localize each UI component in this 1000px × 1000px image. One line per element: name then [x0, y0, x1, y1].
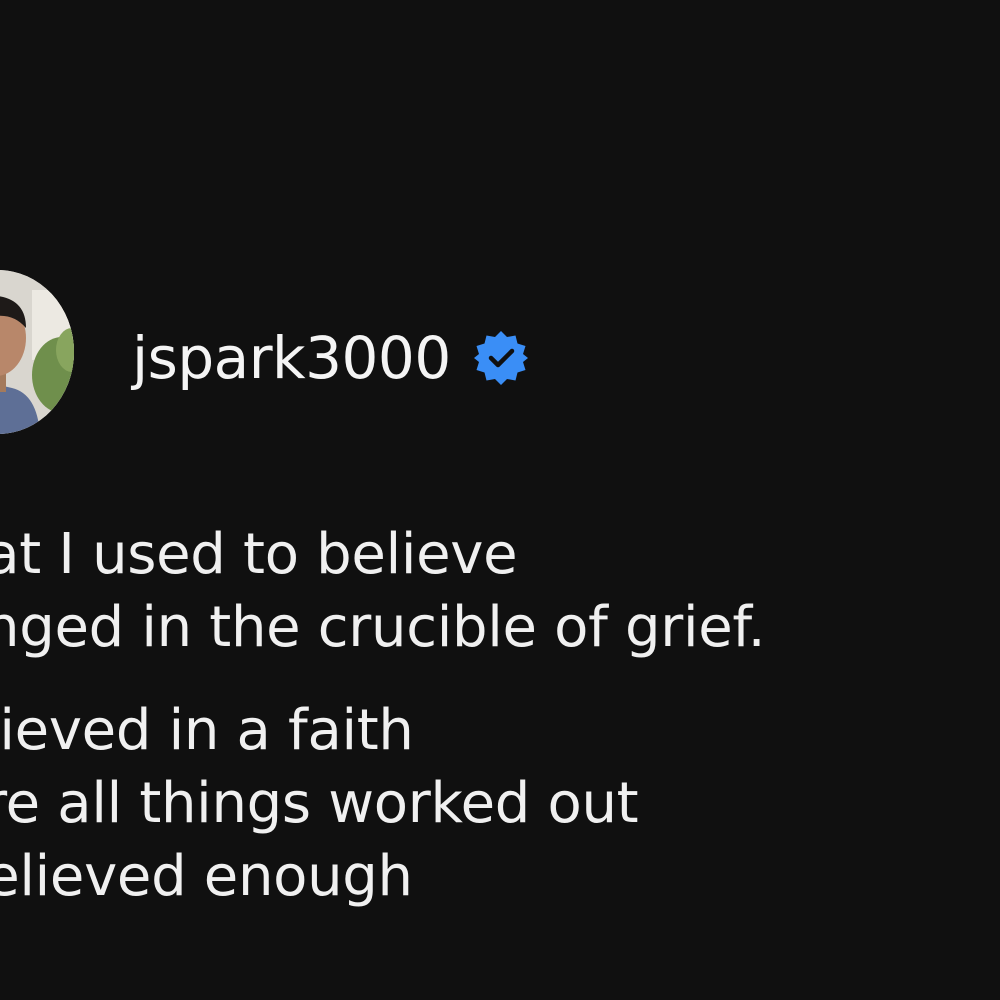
- verified-badge-icon: [471, 328, 531, 388]
- post-paragraph: hat I used to believe anged in the cruci…: [0, 518, 990, 664]
- post-line: ere all things worked out: [0, 771, 639, 836]
- username[interactable]: jspark3000: [132, 324, 451, 392]
- post-line: anged in the crucible of grief.: [0, 595, 766, 660]
- post-line: hat I used to believe: [0, 522, 518, 587]
- author-row: jspark3000: [132, 318, 531, 398]
- post-line: elieved in a faith: [0, 698, 414, 763]
- post-line: believed enough: [0, 844, 413, 909]
- avatar[interactable]: [0, 270, 74, 434]
- avatar-photo: [0, 270, 74, 434]
- post-body: hat I used to believe anged in the cruci…: [0, 518, 990, 913]
- post: jspark3000 hat I used to believe anged i…: [0, 0, 1000, 1000]
- post-paragraph: elieved in a faith ere all things worked…: [0, 694, 990, 913]
